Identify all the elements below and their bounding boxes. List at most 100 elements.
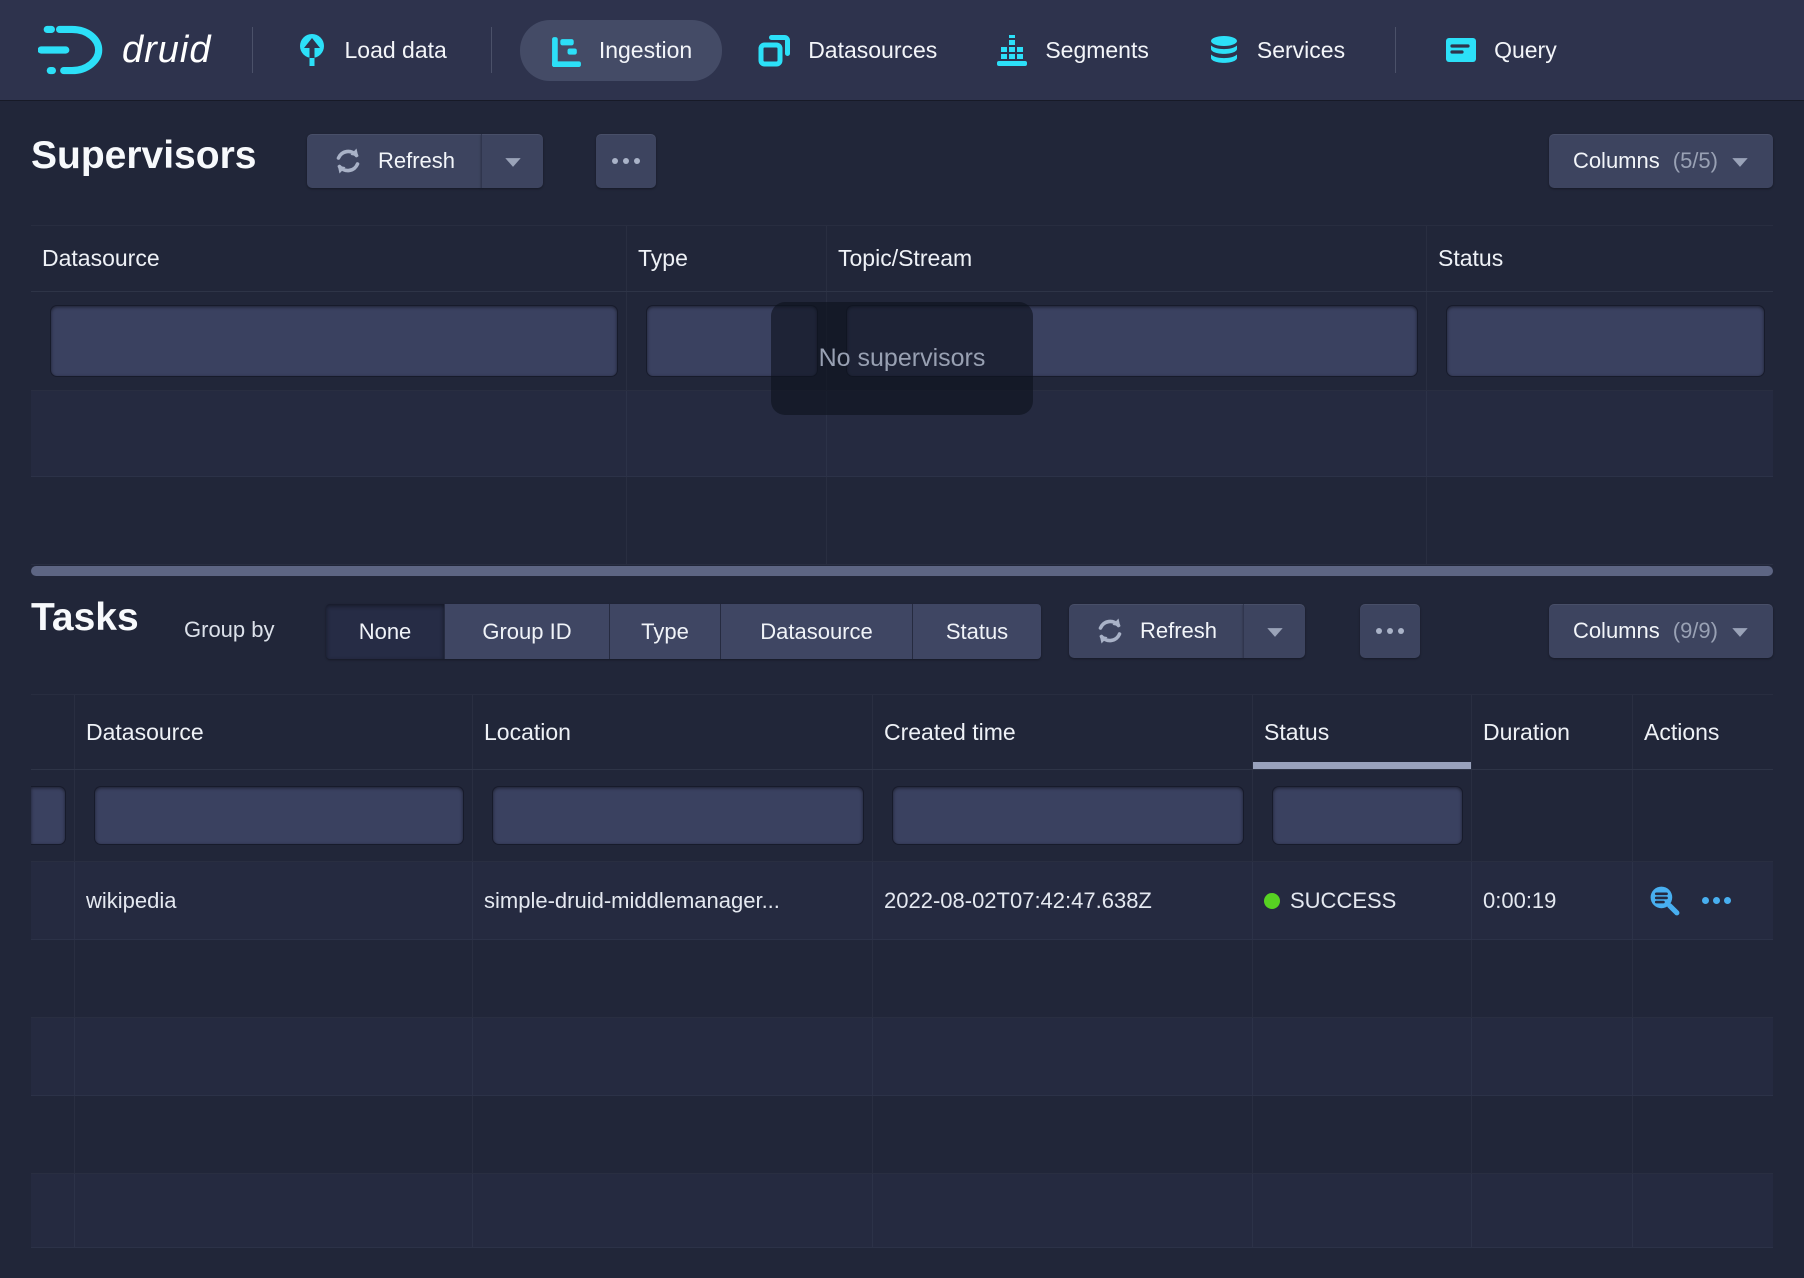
tasks-table: Datasource Location Created time Status … xyxy=(31,694,1773,1248)
col-header-datasource[interactable]: Datasource xyxy=(31,226,627,291)
status-text: SUCCESS xyxy=(1290,888,1396,914)
query-icon xyxy=(1444,35,1478,65)
nav-label: Load data xyxy=(345,37,447,64)
cell-actions xyxy=(1633,862,1773,939)
group-by-none-button[interactable]: None xyxy=(326,604,445,659)
col-header-type[interactable]: Type xyxy=(627,226,827,291)
columns-label: Columns xyxy=(1573,618,1660,644)
filter-status-input[interactable] xyxy=(1447,306,1764,376)
nav-item-services[interactable]: Services xyxy=(1207,20,1345,80)
col-header-status-sorted[interactable]: Status xyxy=(1253,695,1472,769)
datasources-icon xyxy=(758,33,792,67)
supervisors-horizontal-scrollbar[interactable] xyxy=(31,566,1773,576)
supervisors-columns-button[interactable]: Columns (5/5) xyxy=(1549,134,1773,188)
services-icon xyxy=(1207,34,1241,66)
group-by-status-button[interactable]: Status xyxy=(913,604,1041,659)
tasks-title: Tasks xyxy=(31,596,139,640)
supervisors-more-button[interactable] xyxy=(596,134,656,188)
segments-icon xyxy=(995,33,1029,67)
filter-datasource-input[interactable] xyxy=(95,787,463,844)
tasks-more-button[interactable] xyxy=(1360,604,1420,658)
nav-divider xyxy=(1395,27,1396,73)
status-success-dot xyxy=(1264,893,1280,909)
cell-datasource: wikipedia xyxy=(75,862,473,939)
nav-item-datasources[interactable]: Datasources xyxy=(758,19,937,81)
refresh-label: Refresh xyxy=(1140,618,1217,644)
nav-divider xyxy=(491,27,492,73)
col-header-duration[interactable]: Duration xyxy=(1472,695,1633,769)
filter-status-input[interactable] xyxy=(1273,787,1462,844)
druid-console: druid Load data xyxy=(0,0,1804,1278)
empty-row xyxy=(31,1096,1773,1174)
load-data-icon xyxy=(295,33,329,67)
nav-label: Segments xyxy=(1045,37,1149,64)
col-header-hidden[interactable] xyxy=(31,695,75,769)
cell-created-time: 2022-08-02T07:42:47.638Z xyxy=(873,862,1253,939)
caret-down-icon xyxy=(504,148,522,174)
more-icon xyxy=(612,158,618,164)
columns-label: Columns xyxy=(1573,148,1660,174)
caret-down-icon xyxy=(1731,618,1749,644)
supervisors-table: Datasource Type Topic/Stream Status No s… xyxy=(31,225,1773,565)
nav-label: Services xyxy=(1257,37,1345,64)
cell-status: SUCCESS xyxy=(1253,862,1472,939)
tasks-refresh-button[interactable]: Refresh xyxy=(1069,604,1243,658)
columns-count: (5/5) xyxy=(1673,148,1718,174)
logo-text: druid xyxy=(122,29,212,72)
supervisors-title: Supervisors xyxy=(31,134,256,178)
caret-down-icon xyxy=(1731,148,1749,174)
nav-label: Query xyxy=(1494,37,1557,64)
ingestion-icon xyxy=(550,34,583,67)
filter-created-time-input[interactable] xyxy=(893,787,1243,844)
empty-row xyxy=(31,477,1773,565)
supervisors-refresh-caret-button[interactable] xyxy=(481,134,543,188)
nav-item-query[interactable]: Query xyxy=(1444,21,1557,79)
sort-indicator xyxy=(1253,762,1471,769)
group-by-group-id-button[interactable]: Group ID xyxy=(445,604,610,659)
cell-duration: 0:00:19 xyxy=(1472,862,1633,939)
refresh-icon xyxy=(333,146,363,176)
col-header-location[interactable]: Location xyxy=(473,695,873,769)
nav-label: Datasources xyxy=(808,37,937,64)
nav-label: Ingestion xyxy=(599,37,692,64)
columns-count: (9/9) xyxy=(1673,618,1718,644)
supervisors-header-row: Datasource Type Topic/Stream Status xyxy=(31,225,1773,292)
col-header-created-time[interactable]: Created time xyxy=(873,695,1253,769)
nav-item-load-data[interactable]: Load data xyxy=(295,19,447,81)
nav-item-ingestion[interactable]: Ingestion xyxy=(520,20,722,81)
tasks-filter-row xyxy=(31,770,1773,862)
group-by-label: Group by xyxy=(184,617,275,643)
empty-row xyxy=(31,1174,1773,1248)
no-supervisors-message: No supervisors xyxy=(771,302,1033,415)
refresh-label: Refresh xyxy=(378,148,455,174)
group-by-datasource-button[interactable]: Datasource xyxy=(721,604,913,659)
empty-row xyxy=(31,940,1773,1018)
tasks-columns-button[interactable]: Columns (9/9) xyxy=(1549,604,1773,658)
tasks-refresh-group: Refresh xyxy=(1069,604,1305,658)
supervisors-refresh-group: Refresh xyxy=(307,134,543,188)
nav-divider xyxy=(252,27,253,73)
col-header-datasource[interactable]: Datasource xyxy=(75,695,473,769)
more-icon xyxy=(1376,628,1382,634)
druid-logo[interactable]: druid xyxy=(38,22,212,78)
cell-location: simple-druid-middlemanager... xyxy=(473,862,873,939)
filter-datasource-input[interactable] xyxy=(51,306,617,376)
druid-logo-icon xyxy=(38,22,110,78)
refresh-icon xyxy=(1095,616,1125,646)
tasks-header-row: Datasource Location Created time Status … xyxy=(31,694,1773,770)
col-header-topic-stream[interactable]: Topic/Stream xyxy=(827,226,1427,291)
task-row-wikipedia[interactable]: wikipedia simple-druid-middlemanager... … xyxy=(31,862,1773,940)
group-by-type-button[interactable]: Type xyxy=(610,604,721,659)
filter-hidden-input[interactable] xyxy=(31,787,65,844)
filter-location-input[interactable] xyxy=(493,787,863,844)
col-header-actions[interactable]: Actions xyxy=(1633,695,1773,769)
caret-down-icon xyxy=(1266,618,1284,644)
nav-item-segments[interactable]: Segments xyxy=(995,19,1149,81)
col-header-status[interactable]: Status xyxy=(1427,226,1773,291)
task-actions-more-icon[interactable] xyxy=(1702,897,1731,904)
tasks-refresh-caret-button[interactable] xyxy=(1243,604,1305,658)
supervisors-refresh-button[interactable]: Refresh xyxy=(307,134,481,188)
empty-row xyxy=(31,1018,1773,1096)
group-by-segmented-control: None Group ID Type Datasource Status xyxy=(326,604,1041,659)
task-details-magnifier-icon[interactable] xyxy=(1647,883,1682,918)
